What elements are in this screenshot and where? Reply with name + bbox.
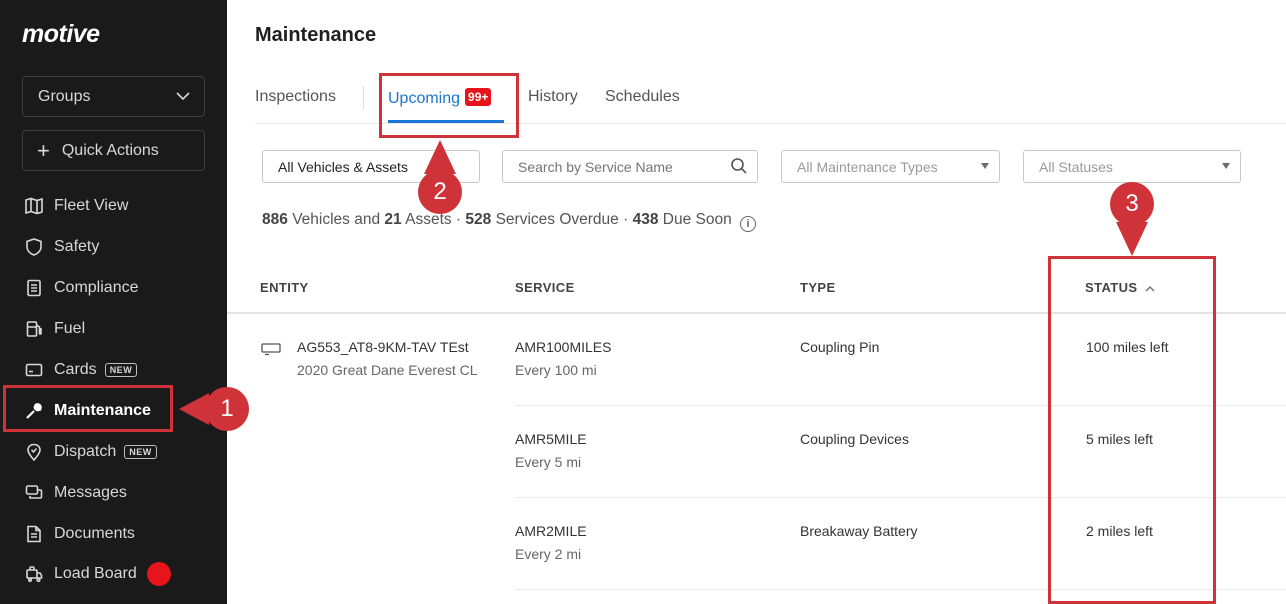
service-search bbox=[502, 150, 758, 183]
vehicles-count: 886 bbox=[262, 211, 288, 228]
service-interval: Every 5 mi bbox=[515, 454, 582, 470]
caret-down-icon bbox=[981, 163, 989, 169]
sidebar: motive Groups + Quick Actions Fleet View… bbox=[0, 0, 227, 604]
motive-logo[interactable]: motive bbox=[22, 20, 100, 49]
callout-number: 2 bbox=[418, 170, 462, 214]
service-interval: Every 100 mi bbox=[515, 362, 597, 378]
column-header-type[interactable]: TYPE bbox=[800, 280, 836, 295]
chevron-down-icon bbox=[176, 92, 190, 101]
quick-actions-label: Quick Actions bbox=[61, 141, 159, 159]
sidebar-item-documents[interactable]: Documents bbox=[0, 513, 227, 554]
plus-icon: + bbox=[37, 137, 50, 163]
sidebar-item-label: Dispatch bbox=[54, 442, 117, 460]
entity-name[interactable]: AG553_AT8-9KM-TAV TEst bbox=[297, 339, 469, 355]
highlight-box-status bbox=[1048, 256, 1216, 604]
sidebar-item-label: Fleet View bbox=[54, 196, 129, 214]
column-header-entity[interactable]: ENTITY bbox=[260, 280, 309, 295]
highlight-box-maintenance bbox=[3, 385, 173, 432]
service-name: AMR2MILE bbox=[515, 523, 587, 539]
service-name: AMR100MILES bbox=[515, 339, 612, 355]
search-input[interactable] bbox=[502, 150, 758, 183]
callout-pointer bbox=[1116, 222, 1148, 256]
overdue-label: Services Overdue · bbox=[495, 211, 629, 228]
due-soon-count: 438 bbox=[632, 211, 659, 228]
page-title: Maintenance bbox=[255, 24, 377, 46]
highlight-box-upcoming bbox=[379, 73, 519, 138]
chat-icon bbox=[24, 483, 44, 503]
maintenance-types-select[interactable]: All Maintenance Types bbox=[781, 150, 1000, 183]
sidebar-item-messages[interactable]: Messages bbox=[0, 472, 227, 513]
map-icon bbox=[24, 196, 44, 216]
entity-model: 2020 Great Dane Everest CL bbox=[297, 362, 478, 378]
document-icon bbox=[24, 524, 44, 544]
notification-dot bbox=[146, 561, 171, 586]
tab-inspections[interactable]: Inspections bbox=[255, 88, 336, 106]
callout-3: 3 bbox=[1110, 182, 1154, 256]
assets-count: 21 bbox=[384, 211, 402, 228]
search-icon[interactable] bbox=[730, 157, 748, 175]
sidebar-item-cards[interactable]: Cards NEW bbox=[0, 349, 227, 390]
callout-pointer bbox=[424, 140, 456, 174]
sidebar-item-label: Cards bbox=[54, 360, 97, 378]
groups-label: Groups bbox=[38, 87, 91, 105]
sidebar-item-label: Compliance bbox=[54, 278, 139, 296]
sidebar-item-compliance[interactable]: Compliance bbox=[0, 267, 227, 308]
card-icon bbox=[24, 360, 44, 380]
shield-icon bbox=[24, 237, 44, 257]
select-value: All Maintenance Types bbox=[797, 158, 938, 175]
new-badge: NEW bbox=[124, 444, 157, 459]
document-list-icon bbox=[24, 278, 44, 298]
new-badge: NEW bbox=[104, 362, 138, 377]
callout-1: 1 bbox=[179, 387, 249, 431]
tab-history[interactable]: History bbox=[528, 88, 578, 106]
statuses-select[interactable]: All Statuses bbox=[1023, 150, 1241, 183]
caret-down-icon bbox=[1222, 163, 1230, 169]
sidebar-item-dispatch[interactable]: Dispatch NEW bbox=[0, 431, 227, 472]
service-type: Coupling Devices bbox=[800, 431, 909, 447]
column-header-service[interactable]: SERVICE bbox=[515, 280, 575, 295]
overdue-count: 528 bbox=[465, 211, 492, 228]
sidebar-item-safety[interactable]: Safety bbox=[0, 226, 227, 267]
location-pin-icon bbox=[24, 442, 44, 462]
groups-dropdown[interactable]: Groups bbox=[22, 76, 205, 117]
service-type: Coupling Pin bbox=[800, 339, 880, 355]
sidebar-item-load-board[interactable]: Load Board bbox=[0, 553, 227, 594]
sidebar-item-fuel[interactable]: Fuel bbox=[0, 308, 227, 349]
callout-number: 1 bbox=[205, 387, 249, 431]
callout-2: 2 bbox=[418, 140, 462, 214]
select-value: All Statuses bbox=[1039, 158, 1113, 175]
fuel-pump-icon bbox=[24, 319, 44, 339]
callout-number: 3 bbox=[1110, 182, 1154, 226]
sidebar-item-label: Load Board bbox=[54, 564, 137, 582]
sidebar-item-label: Documents bbox=[54, 524, 135, 542]
service-type: Breakaway Battery bbox=[800, 523, 918, 539]
tab-divider bbox=[363, 86, 364, 110]
trailer-icon bbox=[261, 343, 281, 356]
sidebar-item-fleet-view[interactable]: Fleet View bbox=[0, 185, 227, 226]
tab-schedules[interactable]: Schedules bbox=[605, 88, 680, 106]
summary-line: 886 Vehicles and 21 Assets · 528 Service… bbox=[262, 211, 757, 232]
info-icon[interactable]: i bbox=[740, 216, 757, 232]
service-interval: Every 2 mi bbox=[515, 546, 582, 562]
sidebar-item-label: Fuel bbox=[54, 319, 86, 337]
sidebar-item-label: Messages bbox=[54, 483, 127, 501]
due-soon-label: Due Soon bbox=[662, 211, 732, 228]
service-name: AMR5MILE bbox=[515, 431, 587, 447]
quick-actions-button[interactable]: + Quick Actions bbox=[22, 130, 205, 171]
truck-lock-icon bbox=[24, 564, 44, 584]
sidebar-item-label: Safety bbox=[54, 237, 100, 255]
vehicles-label: Vehicles and bbox=[292, 211, 381, 228]
